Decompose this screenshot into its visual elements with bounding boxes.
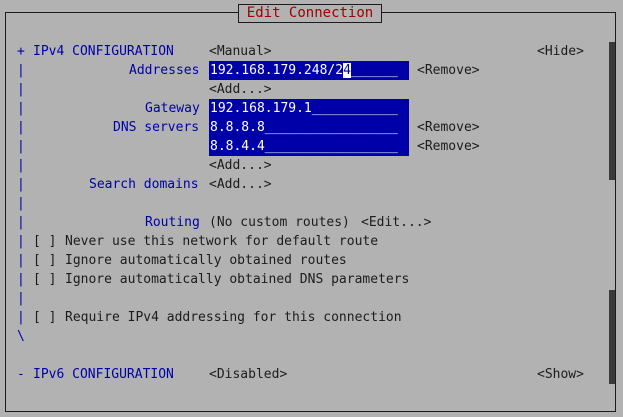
dns-input[interactable]: 8.8.8.8_________________ (209, 118, 409, 137)
addresses-label: Addresses (129, 63, 200, 78)
ipv4-hide-button[interactable]: <Hide> (537, 42, 584, 61)
tree-bar: | (17, 215, 25, 230)
require-ipv4-checkbox[interactable]: [ ] (33, 308, 56, 327)
tree-bar: | (17, 234, 25, 249)
tree-bar: | (17, 196, 25, 211)
require-ipv4-label: Require IPv4 addressing for this connect… (65, 310, 402, 325)
tree-bar: | (17, 139, 25, 154)
remove-address-button[interactable]: <Remove> (417, 61, 480, 80)
tree-bar: | (17, 63, 25, 78)
ipv4-method-dropdown[interactable]: <Manual> (209, 42, 272, 61)
address-input[interactable]: 192.168.179.248/24______ (209, 61, 409, 80)
tree-bar: | (17, 310, 25, 325)
ipv6-show-button[interactable]: <Show> (537, 365, 584, 384)
never-default-label: Never use this network for default route (65, 234, 379, 249)
tree-bar: | (17, 253, 25, 268)
tree-bar: | (17, 101, 25, 116)
dns-input[interactable]: 8.8.4.4_________________ (209, 137, 409, 156)
dns-label: DNS servers (113, 120, 200, 135)
gateway-label: Gateway (145, 101, 200, 116)
remove-dns-button[interactable]: <Remove> (417, 118, 480, 137)
ignore-routes-checkbox[interactable]: [ ] (33, 251, 56, 270)
ipv6-method-dropdown[interactable]: <Disabled> (209, 365, 287, 384)
text-cursor: 4 (343, 63, 351, 78)
add-address-button[interactable]: <Add...> (209, 80, 272, 99)
dialog-title: Edit Connection (238, 4, 382, 23)
routing-label: Routing (145, 215, 200, 230)
ignore-routes-label: Ignore automatically obtained routes (65, 253, 347, 268)
remove-dns-button[interactable]: <Remove> (417, 137, 480, 156)
tree-end: \ (17, 329, 25, 344)
tree-bar: | (17, 177, 25, 192)
add-dns-button[interactable]: <Add...> (209, 156, 272, 175)
tree-bar: | (17, 272, 25, 287)
never-default-checkbox[interactable]: [ ] (33, 232, 56, 251)
frame-top-right (382, 12, 616, 13)
ipv4-collapse-marker: + (17, 44, 25, 59)
tree-bar: | (17, 291, 25, 306)
search-domains-label: Search domains (89, 177, 199, 192)
add-search-domain-button[interactable]: <Add...> (209, 175, 272, 194)
address-fill: ______ (350, 63, 398, 78)
routing-value: (No custom routes) (209, 215, 350, 230)
scrollbar-track[interactable] (609, 290, 615, 384)
frame-top-left (5, 12, 238, 13)
ignore-dns-checkbox[interactable]: [ ] (33, 270, 56, 289)
ipv4-heading: IPv4 CONFIGURATION (33, 44, 174, 59)
ignore-dns-label: Ignore automatically obtained DNS parame… (65, 272, 410, 287)
ipv6-expand-marker: - (17, 367, 25, 382)
gateway-input[interactable]: 192.168.179.1___________ (209, 99, 409, 118)
tree-bar: | (17, 158, 25, 173)
tree-bar: | (17, 82, 25, 97)
scrollbar-thumb[interactable] (609, 42, 615, 180)
ipv6-heading: IPv6 CONFIGURATION (33, 367, 174, 382)
tree-bar: | (17, 120, 25, 135)
address-value: 192.168.179.248/2 (210, 63, 344, 78)
routing-edit-button[interactable]: <Edit...> (361, 213, 431, 232)
